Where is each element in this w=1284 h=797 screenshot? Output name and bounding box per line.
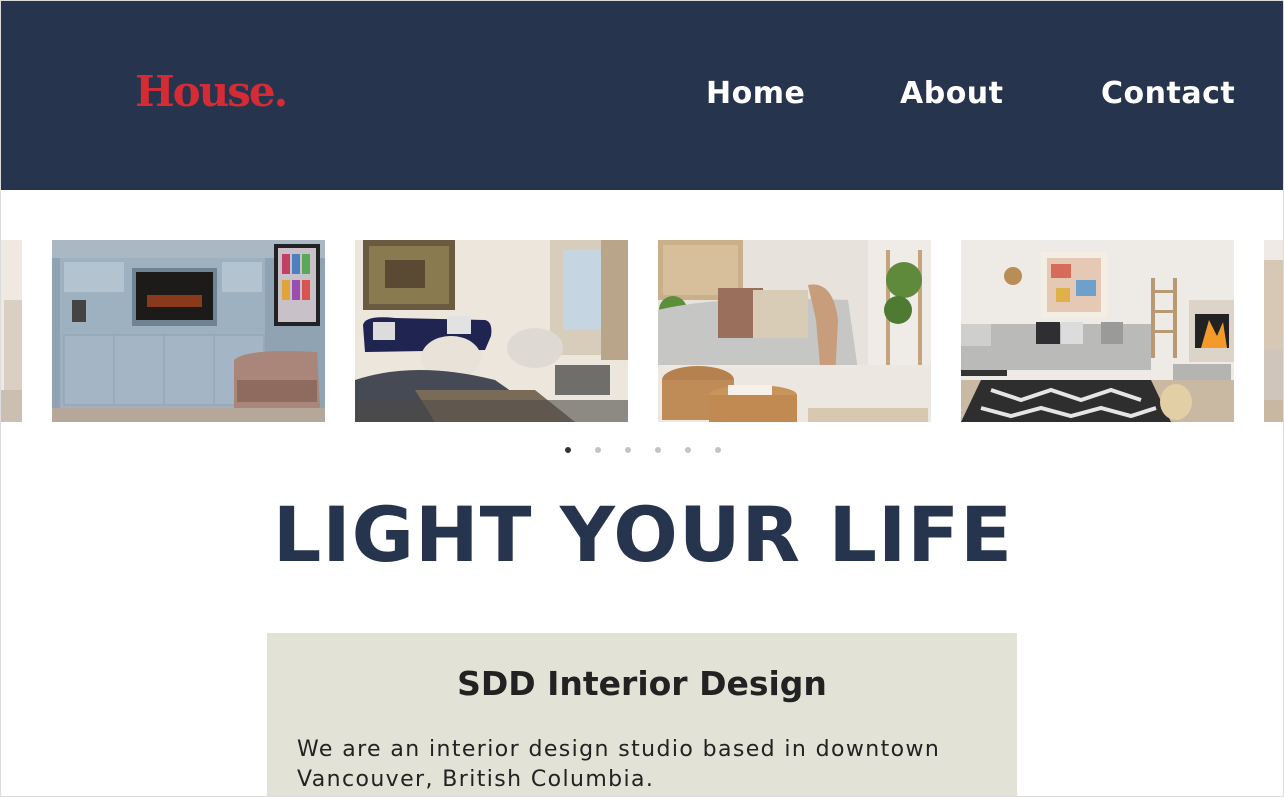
nav-link-contact[interactable]: Contact xyxy=(1101,79,1235,109)
room-image xyxy=(1264,240,1283,422)
about-description: We are an interior design studio based i… xyxy=(297,737,941,792)
room-image xyxy=(1,240,22,422)
top-navbar: House. Home About Contact xyxy=(1,1,1283,190)
carousel-dot-2[interactable] xyxy=(595,447,601,453)
carousel-slide-3[interactable] xyxy=(658,240,931,422)
image-carousel[interactable] xyxy=(1,240,1283,423)
room-image xyxy=(355,240,628,422)
room-image xyxy=(961,240,1234,422)
page-frame: House. Home About Contact LIGHT YOUR LIF… xyxy=(0,0,1284,797)
carousel-pagination xyxy=(561,447,731,455)
room-image xyxy=(52,240,325,422)
brand-logo[interactable]: House. xyxy=(135,71,288,113)
carousel-dot-4[interactable] xyxy=(655,447,661,453)
about-heading: SDD Interior Design xyxy=(457,664,827,703)
nav-link-home[interactable]: Home xyxy=(706,79,805,109)
carousel-slide-2[interactable] xyxy=(355,240,628,422)
carousel-slide-partial-left[interactable] xyxy=(1,240,22,422)
hero-title: LIGHT YOUR LIFE xyxy=(272,490,1014,579)
carousel-dot-5[interactable] xyxy=(685,447,691,453)
carousel-dot-6[interactable] xyxy=(715,447,721,453)
room-image xyxy=(658,240,931,422)
carousel-slide-partial-right[interactable] xyxy=(1264,240,1283,422)
about-card: SDD Interior Design We are an interior d… xyxy=(267,633,1017,796)
nav-link-about[interactable]: About xyxy=(900,79,1004,109)
carousel-dot-3[interactable] xyxy=(625,447,631,453)
carousel-dot-1[interactable] xyxy=(565,447,571,453)
carousel-slide-1[interactable] xyxy=(52,240,325,422)
carousel-slide-4[interactable] xyxy=(961,240,1234,422)
